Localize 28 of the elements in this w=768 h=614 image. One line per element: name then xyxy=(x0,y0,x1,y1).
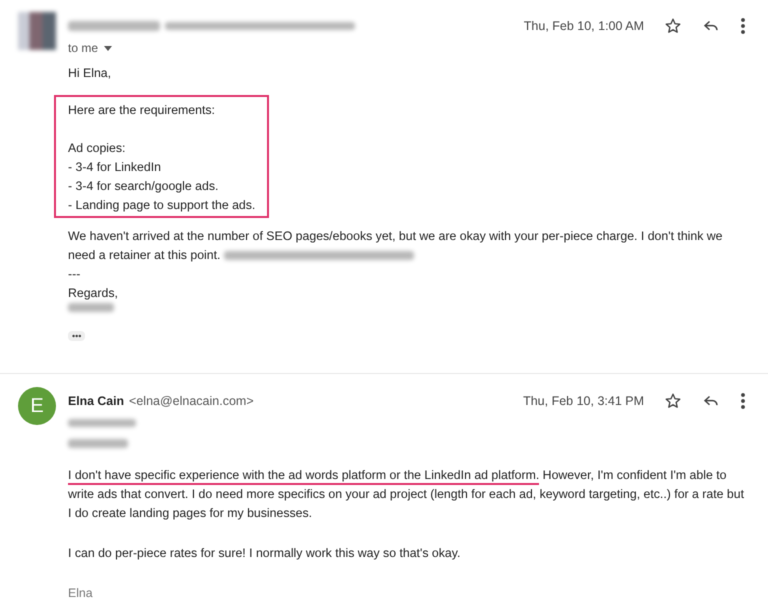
blurred-text xyxy=(68,439,128,448)
signature: Elna xyxy=(68,585,94,602)
message-date: Thu, Feb 10, 3:41 PM xyxy=(523,394,644,408)
message-paragraph: I don't have specific experience with the ad words platform or the LinkedIn ad platform. However, I'm confident I'm able to write ads that convert. I do need more specifics on your ad project (length for each ad, keyword targeting, etc..) for a rate but I do create landing pages for my businesses. xyxy=(68,467,745,522)
message-text: Here are the requirements: xyxy=(68,103,215,117)
more-icon[interactable] xyxy=(740,392,746,410)
sender-email: <elna@elnacain.com> xyxy=(129,394,254,408)
message-text: Regards, xyxy=(68,285,119,302)
show-trimmed-button[interactable]: ••• xyxy=(68,331,86,341)
message-paragraph: I can do per-piece rates for sure! I normally work this way so that's okay. xyxy=(68,545,462,562)
message-text: - 3-4 for LinkedIn xyxy=(68,160,161,174)
caret-icon[interactable] xyxy=(104,46,112,50)
message-text: - Landing page to support the ads. xyxy=(68,198,256,212)
message-text: --- xyxy=(68,266,82,283)
message-text: Hi Elna, xyxy=(68,65,112,82)
sender-name: Elna Cain xyxy=(68,394,124,408)
recipient-label: to me xyxy=(68,41,98,55)
blurred-recipient xyxy=(68,419,136,427)
avatar: E xyxy=(18,387,56,425)
blurred-text xyxy=(68,303,114,312)
message-text: Ad copies: xyxy=(68,141,126,155)
blurred-avatar xyxy=(18,12,56,50)
star-icon[interactable] xyxy=(664,17,682,35)
message-date: Thu, Feb 10, 1:00 AM xyxy=(524,19,644,33)
message-text: - 3-4 for search/google ads. xyxy=(68,179,218,193)
message-paragraph: We haven't arrived at the number of SEO pages/ebooks yet, but we are okay with your per-piece charge. I don't think we need a retainer at this point. xyxy=(68,228,724,264)
star-icon[interactable] xyxy=(664,392,682,410)
more-icon[interactable] xyxy=(740,17,746,35)
